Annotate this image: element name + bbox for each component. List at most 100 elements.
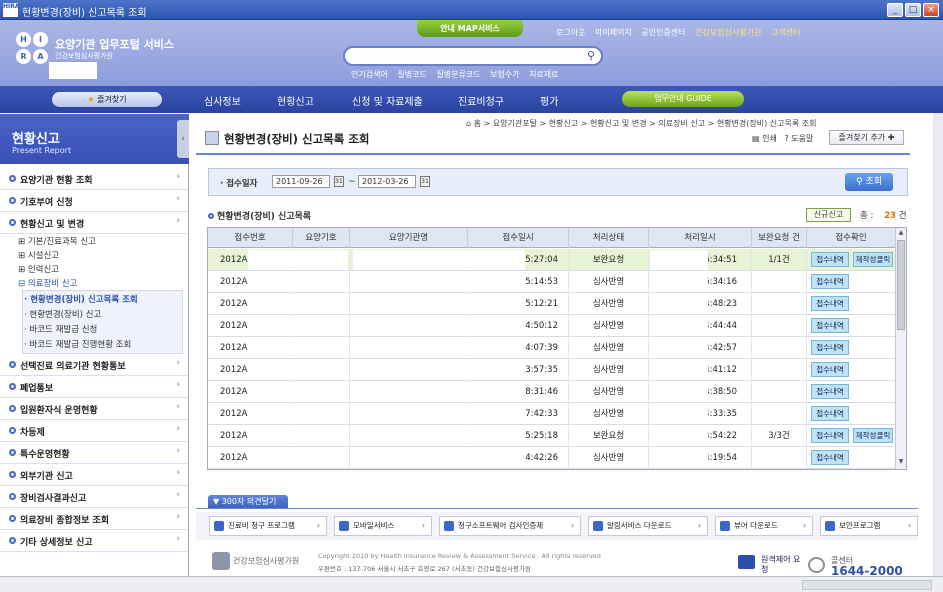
hira-logo-icon: HIRA [3,3,20,17]
close-button[interactable]: × [923,3,939,17]
customer-center-link[interactable]: 고객센터 [771,28,800,37]
table-row[interactable]: 2012A1(17:42:33 심사반영 4:33:35 접수내역 [208,403,896,425]
sidebar-subitem[interactable]: ⊞ 시설신고 [18,249,59,261]
sidebar-sub2-item[interactable]: · 바코드 재발급 신청 [24,323,97,335]
sidebar-item[interactable]: 의료장비 종합정보 조회 › [0,508,188,530]
table-row[interactable]: 2012A1(15:25:18 보완요청 4:54:22 3/3건 접수내역 제작성클릭 [208,425,896,447]
nav-item-evaluation[interactable]: 평가 [540,93,558,108]
sidebar-item[interactable]: 기타 상세정보 신고 › [0,530,188,552]
nav-item-review-info[interactable]: 심사정보 [204,93,241,108]
service-link[interactable]: 알림서비스 다운로드 › [588,516,708,536]
opinion-tab[interactable]: ▼ 300자 의견달기 [208,495,288,509]
receipt-detail-button[interactable]: 접수내역 [811,450,849,465]
table-row[interactable]: 2012A1(15:27:04 보완요청 6:34:51 1/1건 접수내역 제작성클릭 [208,249,896,271]
sidebar-item[interactable]: 요양기관 현황 조회 › [0,168,188,190]
table-row[interactable]: 2012A1(18:31:46 심사반영 4:38:50 접수내역 [208,381,896,403]
receipt-detail-button[interactable]: 접수내역 [811,406,849,421]
receipt-detail-button[interactable]: 접수내역 [811,274,849,289]
nav-item-billing[interactable]: 진료비청구 [458,93,504,108]
sidebar-subtitle: Present Report [12,146,72,155]
table-row[interactable]: 2012A1(13:57:35 심사반영 4:41:12 접수내역 [208,359,896,381]
table-row[interactable]: 2012A1(15:14:53 심사반영 6:34:16 접수내역 [208,271,896,293]
receipt-detail-button[interactable]: 접수내역 [811,252,849,267]
sidebar-sub2-item[interactable]: · 현황변경(장비) 신고 [24,308,101,320]
receipt-detail-button[interactable]: 접수내역 [811,318,849,333]
redacted-mask [248,294,348,314]
redacted-mask [353,294,525,314]
receipt-detail-button[interactable]: 접수내역 [811,362,849,377]
cert-center-link[interactable]: 공인인증센터 [641,28,685,37]
receipt-detail-button[interactable]: 접수내역 [811,340,849,355]
rewrite-button[interactable]: 제작성클릭 [853,428,893,443]
sidebar-item[interactable]: 특수운영현황 › [0,442,188,464]
sidebar-item[interactable]: 차등제 › [0,420,188,442]
quick-link[interactable]: 질병분류코드 [436,70,480,79]
scroll-thumb[interactable] [897,240,905,330]
sidebar-item[interactable]: 입원환자식 운영현황 › [0,398,188,420]
shield-icon [825,521,835,531]
redacted-mask [353,316,525,336]
sidebar-item[interactable]: 외부기관 신고 › [0,464,188,486]
maximize-button[interactable]: □ [905,3,921,17]
sidebar-item-active[interactable]: 현황신고 및 변경 › [0,212,188,234]
date-label: · 접수일자 [220,179,258,189]
scroll-down-icon[interactable]: ▼ [897,458,905,468]
search-icon[interactable]: ⚲ [587,49,595,62]
bell-icon [593,521,603,531]
sidebar-item[interactable]: 기호부여 신청 › [0,190,188,212]
guide-button[interactable]: 업무안내 GUIDE [622,91,744,107]
add-favorite-button[interactable]: 즐겨찾기 추가 ✚ [829,130,904,145]
service-link[interactable]: 보안프로그램 › [820,516,918,536]
sidebar-item[interactable]: 선택진료 의료기관 현황통보 › [0,354,188,376]
favorites-button[interactable]: ★ 즐겨찾기 [52,92,162,107]
table-row[interactable]: 2012A1(14:07:39 심사반영 4:42:57 접수내역 [208,337,896,359]
program-icon [214,521,224,531]
table-row[interactable]: 2012A1(15:12:21 심사반영 4:48:23 접수내역 [208,293,896,315]
sidebar-subitem-active[interactable]: ⊟ 의료장비 신고 [18,277,77,289]
minimize-button[interactable]: _ [887,3,903,17]
nav-item-application[interactable]: 신청 및 자료제출 [352,93,423,108]
table-row[interactable]: 2012A1(14:42:26 심사반영 4:19:54 접수내역 [208,447,896,469]
date-from-input[interactable]: 2011-09-26 [272,175,330,188]
receipt-detail-button[interactable]: 접수내역 [811,428,849,443]
calendar-icon[interactable]: 31 [334,176,344,187]
quick-link[interactable]: 인기검색어 [351,70,388,79]
scroll-up-icon[interactable]: ▲ [897,229,905,239]
table-scrollbar[interactable]: ▲ ▼ [895,228,906,469]
nav-item-status-report[interactable]: 현황신고 [277,93,314,108]
quick-link[interactable]: 보험수가 [490,70,519,79]
page-scrollbar[interactable] [933,113,943,576]
service-link[interactable]: 모바일서비스 › [334,516,432,536]
search-input[interactable]: ⚲ [343,46,603,66]
quick-link[interactable]: 치료재료 [529,70,558,79]
hira-link[interactable]: 건강보험심사평가원 [695,28,761,37]
sidebar-subitem[interactable]: ⊞ 기본/진료과목 신고 [18,235,96,247]
help-button[interactable]: ? 도움말 [784,134,813,143]
rewrite-button[interactable]: 제작성클릭 [853,252,893,267]
map-service-button[interactable]: 안내 MAP서비스 [417,20,523,37]
redacted-mask [248,250,348,270]
hira-footer-icon [212,552,230,570]
receipt-detail-button[interactable]: 접수내역 [811,296,849,311]
receipt-detail-button[interactable]: 접수내역 [811,384,849,399]
service-link[interactable]: 진료비 청구 프로그램 › [209,516,327,536]
quick-link[interactable]: 질병코드 [397,70,426,79]
table-row[interactable]: 2012A1(14:50:12 심사반영 4:44:44 접수내역 [208,315,896,337]
logout-link[interactable]: 로그아웃 [556,28,585,37]
sidebar-subitem[interactable]: ⊞ 인력신고 [18,263,59,275]
service-link[interactable]: 청구소프트웨어 검사인증제 › [439,516,581,536]
service-link[interactable]: 뷰어 다운로드 › [715,516,813,536]
sidebar-sub2-item-active[interactable]: · 현황변경(장비) 신고목록 조회 [24,293,138,305]
home-icon[interactable]: ⌂ [466,119,474,128]
sidebar-item[interactable]: 폐업통보 › [0,376,188,398]
calendar-icon[interactable]: 31 [420,176,430,187]
sidebar-sub2-item[interactable]: · 바코드 재발급 진행현황 조회 [24,338,131,350]
sidebar-collapse-button[interactable]: ‹ [177,120,189,158]
mypage-link[interactable]: 마이페이지 [595,28,632,37]
query-button[interactable]: ⚲ 조회 [845,173,893,191]
sidebar-item[interactable]: 장비검사결과신고 › [0,486,188,508]
new-report-button[interactable]: 신규신고 [806,208,851,222]
date-to-input[interactable]: 2012-03-26 [358,175,416,188]
window-title: 현황변경(장비) 신고목록 조회 [22,8,147,19]
print-button[interactable]: ▤ 인쇄 [752,134,777,143]
